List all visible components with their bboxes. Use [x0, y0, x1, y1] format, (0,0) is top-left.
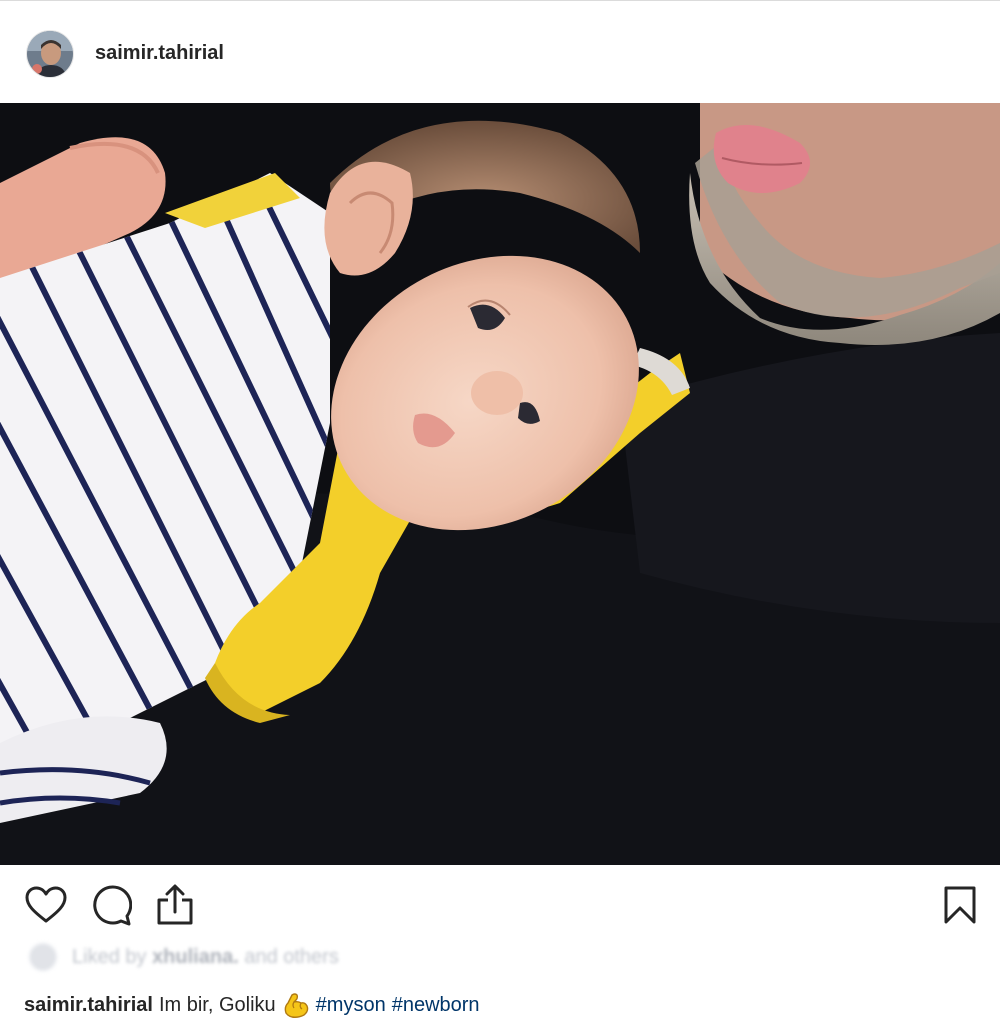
author-avatar[interactable] — [26, 29, 74, 78]
post-header: saimir.tahirial — [0, 4, 1000, 103]
flexed-biceps-icon — [282, 991, 310, 1019]
likes-prefix: Liked by — [72, 945, 147, 968]
post-caption: saimir.tahirial Im bir, Goliku #myson #n… — [24, 990, 480, 1020]
hashtag-myson[interactable]: #myson — [316, 994, 386, 1017]
share-icon[interactable] — [153, 883, 197, 927]
author-username[interactable]: saimir.tahirial — [95, 42, 224, 65]
comment-icon[interactable] — [89, 883, 133, 927]
likes-rest: and others — [244, 945, 339, 968]
post-photo[interactable] — [0, 103, 1000, 865]
caption-username[interactable]: saimir.tahirial — [24, 994, 153, 1017]
heart-icon[interactable] — [24, 883, 68, 927]
likes-user[interactable]: xhuliana. — [152, 946, 239, 968]
liker-avatar — [28, 942, 58, 972]
likes-summary[interactable]: Liked by xhuliana. and others — [28, 940, 339, 974]
action-bar — [0, 865, 1000, 945]
bookmark-icon[interactable] — [938, 883, 982, 927]
likes-text: Liked by xhuliana. and others — [72, 946, 339, 969]
hashtag-newborn[interactable]: #newborn — [392, 994, 480, 1017]
caption-text: Im bir, Goliku — [158, 993, 276, 1016]
